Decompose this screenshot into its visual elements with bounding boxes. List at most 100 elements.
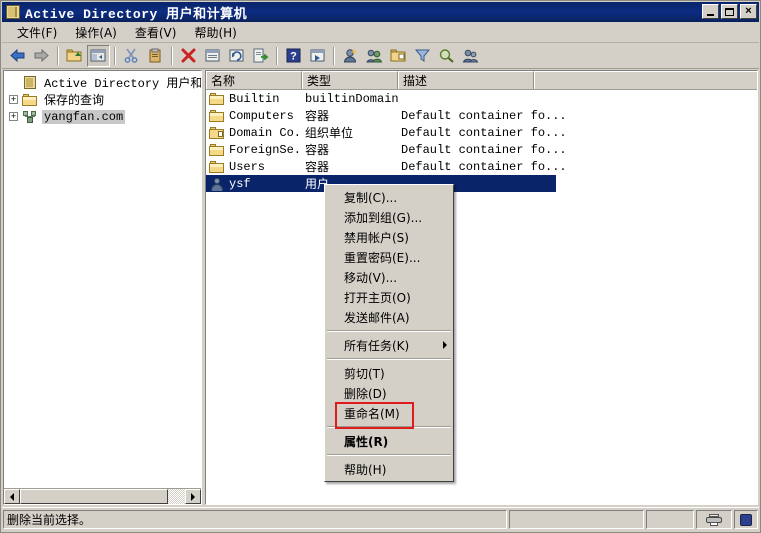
table-row[interactable]: ForeignSe... 容器 Default container fo... — [206, 141, 757, 158]
ctx-cut[interactable]: 剪切(T) — [325, 363, 453, 383]
menu-action[interactable]: 操作(A) — [66, 22, 126, 43]
show-hide-console-tree-icon[interactable] — [87, 44, 110, 67]
forward-icon[interactable] — [30, 45, 53, 67]
back-icon[interactable] — [6, 45, 29, 67]
new-ou-icon[interactable] — [387, 45, 410, 67]
add-to-group-icon[interactable] — [459, 45, 482, 67]
cell-type: 组织单位 — [305, 127, 354, 141]
menu-file[interactable]: 文件(F) — [8, 22, 66, 43]
folder-icon — [209, 92, 225, 106]
ctx-reset-password[interactable]: 重置密码(E)... — [325, 247, 453, 267]
table-row[interactable]: Users 容器 Default container fo... — [206, 158, 757, 175]
chevron-right-icon — [443, 341, 447, 349]
run-icon[interactable] — [306, 45, 329, 67]
cell-name: Computers — [229, 108, 294, 123]
console-icon — [5, 4, 21, 20]
context-menu[interactable]: 复制(C)... 添加到组(G)... 禁用帐户(S) 重置密码(E)... 移… — [324, 184, 454, 482]
minimize-button[interactable] — [702, 4, 719, 19]
menu-bar: 文件(F) 操作(A) 查看(V) 帮助(H) — [2, 22, 759, 43]
svg-text:?: ? — [290, 51, 297, 63]
status-panel-3 — [646, 510, 694, 529]
cell-name: Builtin — [229, 91, 280, 106]
toolbar-separator — [114, 46, 116, 65]
menu-help[interactable]: 帮助(H) — [185, 22, 245, 43]
column-header-name[interactable]: 名称 — [206, 71, 302, 89]
table-row[interactable]: Builtin builtinDomain — [206, 90, 757, 107]
application-window: Active Directory 用户和计算机 × 文件(F) 操作(A) 查看… — [0, 0, 761, 533]
ctx-help[interactable]: 帮助(H) — [325, 459, 453, 479]
ctx-separator-3 — [327, 426, 451, 428]
refresh-icon[interactable] — [225, 45, 248, 67]
new-group-icon[interactable] — [363, 45, 386, 67]
ctx-separator-1 — [327, 330, 451, 332]
table-row[interactable]: ysf 用户 — [206, 175, 757, 192]
scroll-thumb[interactable] — [20, 489, 168, 504]
help-icon[interactable]: ? — [282, 45, 305, 67]
list-view-rows: Builtin builtinDomain Computers 容器 Defau… — [206, 90, 757, 192]
tree-item-root-label: Active Directory 用户和计算机 — [44, 77, 202, 91]
column-header-description[interactable]: 描述 — [398, 71, 534, 89]
toolbar-separator — [276, 46, 278, 65]
expander-icon[interactable]: + — [9, 95, 18, 104]
properties-icon[interactable] — [201, 45, 224, 67]
ctx-add-to-group[interactable]: 添加到组(G)... — [325, 207, 453, 227]
toolbar-separator — [57, 46, 59, 65]
status-bar: 删除当前选择。 — [2, 507, 759, 531]
ctx-disable-account[interactable]: 禁用帐户(S) — [325, 227, 453, 247]
menu-view[interactable]: 查看(V) — [126, 22, 186, 43]
ctx-rename[interactable]: 重命名(M) — [325, 403, 453, 423]
network-icon[interactable] — [734, 510, 758, 529]
toolbar-separator — [333, 46, 335, 65]
folder-icon — [22, 93, 38, 107]
list-view-pane[interactable]: 名称 类型 描述 Builtin builtinDomain Computers… — [205, 70, 758, 505]
status-panel-2 — [509, 510, 644, 529]
cell-name: Domain Co... — [229, 125, 302, 140]
table-row[interactable]: Domain Co... 组织单位 Default container fo..… — [206, 124, 757, 141]
ctx-properties[interactable]: 属性(R) — [325, 431, 453, 451]
folder-icon — [209, 109, 225, 123]
window-controls: × — [702, 4, 757, 19]
cell-name: ysf — [229, 176, 251, 191]
cut-icon[interactable] — [120, 45, 143, 67]
ctx-copy[interactable]: 复制(C)... — [325, 187, 453, 207]
ctx-open-home-page[interactable]: 打开主页(O) — [325, 287, 453, 307]
cell-description: Default container fo... — [401, 159, 567, 174]
new-user-icon[interactable] — [339, 45, 362, 67]
close-button[interactable]: × — [740, 4, 757, 19]
tree-horizontal-scrollbar[interactable] — [4, 488, 201, 504]
folder-icon — [209, 160, 225, 174]
scroll-right-button[interactable] — [185, 489, 201, 504]
table-row[interactable]: Computers 容器 Default container fo... — [206, 107, 757, 124]
cell-type: 容器 — [305, 144, 330, 158]
printer-icon[interactable] — [696, 510, 732, 529]
scroll-left-button[interactable] — [4, 489, 20, 504]
ctx-all-tasks[interactable]: 所有任务(K) — [325, 335, 453, 355]
delete-icon[interactable] — [177, 45, 200, 67]
scroll-track[interactable] — [20, 489, 185, 504]
cell-name: ForeignSe... — [229, 142, 302, 157]
status-message: 删除当前选择。 — [3, 510, 507, 529]
up-one-level-icon[interactable] — [63, 45, 86, 67]
toolbar: ? — [2, 43, 759, 69]
expander-icon[interactable]: + — [9, 112, 18, 121]
copy-icon[interactable] — [144, 45, 167, 67]
ctx-send-mail[interactable]: 发送邮件(A) — [325, 307, 453, 327]
title-bar: Active Directory 用户和计算机 × — [2, 2, 759, 22]
tree-item-saved-queries[interactable]: + 保存的查询 — [4, 91, 201, 108]
user-icon — [209, 177, 225, 191]
find-icon[interactable] — [435, 45, 458, 67]
column-header-filler[interactable] — [534, 71, 757, 89]
export-list-icon[interactable] — [249, 45, 272, 67]
ctx-separator-4 — [327, 454, 451, 456]
filter-icon[interactable] — [411, 45, 434, 67]
column-header-type[interactable]: 类型 — [302, 71, 398, 89]
maximize-button[interactable] — [721, 4, 738, 19]
cell-name: Users — [229, 159, 266, 174]
ctx-all-tasks-label: 所有任务(K) — [344, 338, 410, 353]
cell-type: 容器 — [305, 161, 330, 175]
ctx-delete[interactable]: 删除(D) — [325, 383, 453, 403]
tree-item-domain[interactable]: + yangfan.com — [4, 108, 201, 125]
console-tree-pane[interactable]: Active Directory 用户和计算机 + 保存的查询 + yangfa… — [3, 70, 202, 505]
ctx-move[interactable]: 移动(V)... — [325, 267, 453, 287]
tree-item-root[interactable]: Active Directory 用户和计算机 — [4, 74, 201, 91]
